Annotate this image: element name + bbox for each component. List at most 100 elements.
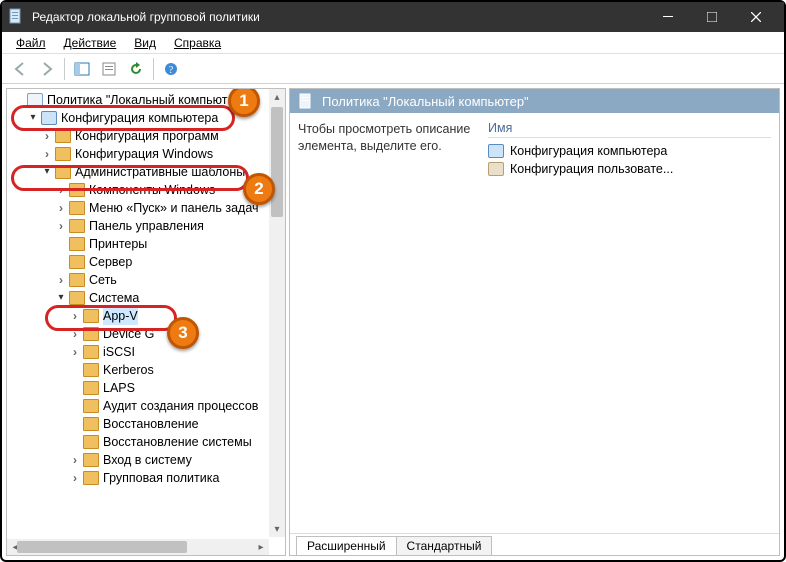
vertical-scrollbar[interactable]: ▴ ▾ — [269, 89, 285, 537]
tree-group-policy[interactable]: Групповая политика — [13, 469, 285, 487]
toolbar: ? — [2, 54, 784, 84]
list-item[interactable]: Конфигурация пользовате... — [488, 160, 771, 178]
tree-kerberos[interactable]: Kerberos — [13, 361, 285, 379]
tree-system[interactable]: Система — [13, 289, 285, 307]
horizontal-scrollbar[interactable]: ◂ ▸ — [7, 539, 269, 555]
column-header-name[interactable]: Имя — [488, 121, 771, 138]
refresh-button[interactable] — [124, 57, 148, 81]
chevron-right-icon[interactable] — [55, 217, 67, 235]
toolbar-separator — [64, 58, 65, 80]
show-hide-tree-button[interactable] — [70, 57, 94, 81]
list-item-label: Конфигурация компьютера — [510, 144, 667, 158]
policy-icon — [298, 93, 314, 109]
folder-icon — [55, 165, 71, 179]
folder-icon — [69, 237, 85, 251]
chevron-right-icon[interactable] — [41, 145, 53, 163]
tree-recovery[interactable]: Восстановление — [13, 415, 285, 433]
tree-control-panel[interactable]: Панель управления — [13, 217, 285, 235]
scroll-up-icon[interactable]: ▴ — [269, 89, 285, 105]
policy-icon — [27, 93, 43, 107]
folder-icon — [69, 291, 85, 305]
chevron-right-icon[interactable] — [55, 199, 67, 217]
chevron-down-icon[interactable] — [27, 109, 39, 127]
tree-software-settings[interactable]: Конфигурация программ — [13, 127, 285, 145]
tree-start-menu[interactable]: Меню «Пуск» и панель задач — [13, 199, 285, 217]
computer-icon — [41, 111, 57, 125]
help-button[interactable]: ? — [159, 57, 183, 81]
folder-icon — [69, 255, 85, 269]
chevron-right-icon[interactable] — [55, 181, 67, 199]
folder-icon — [83, 417, 99, 431]
folder-icon — [83, 471, 99, 485]
chevron-down-icon[interactable] — [41, 163, 53, 181]
folder-icon — [55, 147, 71, 161]
chevron-right-icon[interactable] — [69, 307, 81, 325]
computer-icon — [488, 144, 504, 158]
scroll-down-icon[interactable]: ▾ — [269, 521, 285, 537]
chevron-right-icon[interactable] — [55, 271, 67, 289]
folder-icon — [83, 309, 99, 323]
description-text: Чтобы просмотреть описание элемента, выд… — [298, 121, 478, 525]
policy-icon — [8, 8, 24, 27]
tree-process-audit[interactable]: Аудит создания процессов — [13, 397, 285, 415]
svg-text:?: ? — [169, 65, 174, 76]
properties-button[interactable] — [97, 57, 121, 81]
folder-icon — [83, 453, 99, 467]
content: Политика "Локальный компьют Конфигурация… — [2, 84, 784, 560]
tree-server[interactable]: Сервер — [13, 253, 285, 271]
tree-laps[interactable]: LAPS — [13, 379, 285, 397]
tree-device-c[interactable]: Device G — [13, 325, 285, 343]
details-tabs: Расширенный Стандартный — [290, 533, 779, 555]
hscroll-thumb[interactable] — [17, 541, 187, 553]
items-list: Имя Конфигурация компьютера Конфигурация… — [488, 121, 771, 525]
nav-forward-button[interactable] — [35, 57, 59, 81]
folder-icon — [69, 219, 85, 233]
tree-logon[interactable]: Вход в систему — [13, 451, 285, 469]
list-item[interactable]: Конфигурация компьютера — [488, 142, 771, 160]
folder-icon — [83, 327, 99, 341]
menu-action[interactable]: Действие — [56, 34, 125, 52]
chevron-right-icon[interactable] — [69, 451, 81, 469]
toolbar-separator — [153, 58, 154, 80]
details-header: Политика "Локальный компьютер" — [290, 89, 779, 113]
folder-icon — [83, 435, 99, 449]
maximize-button[interactable] — [690, 2, 734, 32]
tab-extended[interactable]: Расширенный — [296, 536, 397, 555]
menubar: Файл Действие Вид Справка — [2, 32, 784, 54]
chevron-right-icon[interactable] — [41, 127, 53, 145]
tree-printers[interactable]: Принтеры — [13, 235, 285, 253]
window-title: Редактор локальной групповой политики — [32, 10, 646, 24]
tree-network[interactable]: Сеть — [13, 271, 285, 289]
tree-iscsi[interactable]: iSCSI — [13, 343, 285, 361]
details-body: Чтобы просмотреть описание элемента, выд… — [290, 113, 779, 533]
folder-icon — [83, 381, 99, 395]
chevron-down-icon[interactable] — [55, 289, 67, 307]
folder-icon — [69, 183, 85, 197]
menu-file[interactable]: Файл — [8, 34, 54, 52]
menu-view[interactable]: Вид — [126, 34, 164, 52]
tree-app-v[interactable]: App-V — [13, 307, 285, 325]
scroll-thumb[interactable] — [271, 107, 283, 217]
chevron-right-icon[interactable] — [69, 343, 81, 361]
chevron-right-icon[interactable] — [69, 469, 81, 487]
scroll-right-icon[interactable]: ▸ — [253, 539, 269, 555]
tree[interactable]: Политика "Локальный компьют Конфигурация… — [13, 91, 285, 487]
minimize-button[interactable] — [646, 2, 690, 32]
folder-icon — [69, 201, 85, 215]
nav-back-button[interactable] — [8, 57, 32, 81]
tree-admin-templates[interactable]: Административные шаблоны — [13, 163, 285, 181]
close-button[interactable] — [734, 2, 778, 32]
folder-icon — [83, 345, 99, 359]
tree-windows-config[interactable]: Конфигурация Windows — [13, 145, 285, 163]
tree-system-recovery[interactable]: Восстановление системы — [13, 433, 285, 451]
chevron-right-icon[interactable] — [69, 325, 81, 343]
user-icon — [488, 162, 504, 176]
folder-icon — [83, 363, 99, 377]
tab-standard[interactable]: Стандартный — [396, 536, 493, 555]
list-item-label: Конфигурация пользовате... — [510, 162, 673, 176]
menu-help[interactable]: Справка — [166, 34, 229, 52]
details-pane: Политика "Локальный компьютер" Чтобы про… — [289, 88, 780, 556]
folder-icon — [83, 399, 99, 413]
tree-pane: Политика "Локальный компьют Конфигурация… — [6, 88, 286, 556]
details-title: Политика "Локальный компьютер" — [322, 94, 529, 109]
